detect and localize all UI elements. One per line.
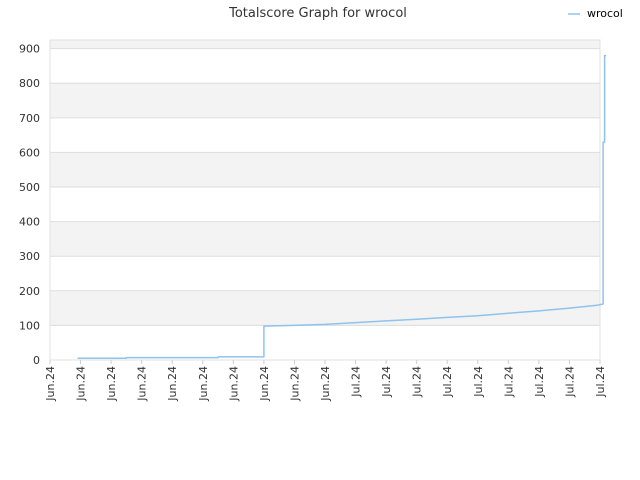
x-axis: Jun.24 Jun.24 Jun.24 Jun.24 Jun.24 Jun.24 Jun.…	[44, 360, 607, 402]
y-tick-label: 300	[19, 250, 40, 263]
x-tick-label: Jul.24	[411, 366, 424, 398]
plot-band	[50, 83, 600, 118]
y-tick-label: 900	[19, 43, 40, 56]
x-tick-label: Jul.24	[441, 366, 454, 398]
x-tick-label: Jun.24	[288, 366, 301, 402]
y-tick-label: 600	[19, 146, 40, 159]
y-tick-label: 400	[19, 216, 40, 229]
x-tick-label: Jun.24	[75, 366, 88, 402]
chart: Totalscore Graph for wrocol wrocol 0 100 2…	[19, 6, 623, 402]
plot-band	[50, 40, 600, 49]
x-tick-label: Jul.24	[380, 366, 393, 398]
chart-title: Totalscore Graph for wrocol	[228, 6, 407, 21]
x-tick-label: Jul.24	[502, 366, 515, 398]
plot-band	[50, 290, 600, 326]
y-axis: 0 100 200 300 400 500 600 700 800 900	[19, 43, 40, 367]
legend: wrocol	[568, 7, 623, 20]
plot-band	[50, 221, 600, 257]
x-tick-label: Jul.24	[594, 366, 607, 398]
x-tick-label: Jul.24	[533, 366, 546, 398]
x-tick-label: Jun.24	[227, 366, 240, 402]
x-tick-label: Jul.24	[563, 366, 576, 398]
x-tick-label: Jul.24	[472, 366, 485, 398]
y-tick-label: 500	[19, 181, 40, 194]
y-tick-label: 0	[33, 354, 40, 367]
y-tick-label: 100	[19, 319, 40, 332]
plot-band	[50, 152, 600, 188]
x-tick-label: Jun.24	[197, 366, 210, 402]
legend-label: wrocol	[587, 7, 623, 20]
x-tick-label: Jun.24	[105, 366, 118, 402]
x-tick-label: Jun.24	[258, 366, 271, 402]
x-tick-label: Jul.24	[350, 366, 363, 398]
y-tick-label: 700	[19, 112, 40, 125]
x-tick-label: Jun.24	[136, 366, 149, 402]
y-tick-label: 800	[19, 77, 40, 90]
x-tick-label: Jun.24	[319, 366, 332, 402]
x-tick-label: Jun.24	[44, 366, 57, 402]
y-tick-label: 200	[19, 285, 40, 298]
x-tick-label: Jun.24	[166, 366, 179, 402]
